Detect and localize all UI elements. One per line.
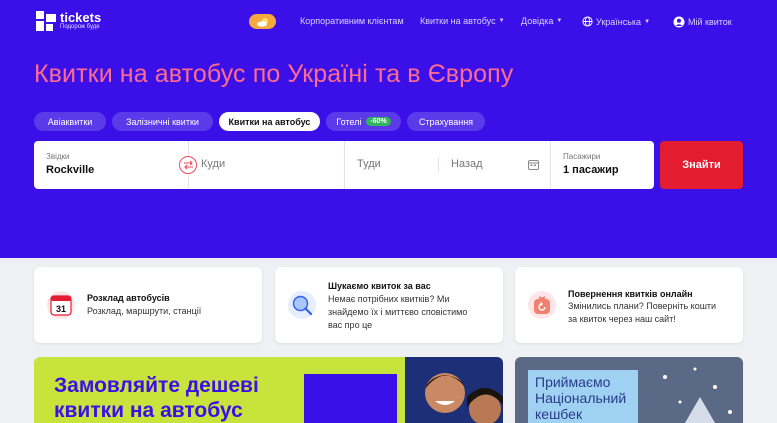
banner-line: Приймаємо [535, 374, 611, 390]
schedule-card[interactable]: 31 Розклад автобусів Розклад, маршрути, … [34, 267, 262, 343]
snow-decor [663, 367, 732, 423]
nav-help[interactable]: Довідка ▼ [521, 16, 562, 26]
tab-flights-label: Авіаквитки [47, 116, 93, 127]
banner-line: квитки на автобус [54, 399, 243, 422]
ticket-search-card[interactable]: Шукаємо квиток за вас Немає потрібних кв… [275, 267, 503, 343]
tab-hotels-label: Готелі [336, 116, 362, 127]
magnifier-icon [288, 291, 316, 319]
chevron-down-icon: ▼ [644, 18, 651, 25]
search-form: Звідки Rockville Куди Туди Назад Пасажир… [34, 141, 654, 189]
to-field[interactable]: Куди [189, 141, 344, 189]
tab-insurance-label: Страхування [418, 116, 474, 127]
calendar-icon[interactable] [528, 159, 539, 170]
card-description-line: Немає потрібних квитків? Ми [328, 294, 450, 304]
to-placeholder: Куди [201, 158, 226, 170]
banner-line: Замовляйте дешеві [54, 374, 259, 397]
nav-bus-tickets[interactable]: Квитки на автобус ▼ [420, 16, 505, 26]
tab-bus-label: Квитки на автобус [228, 116, 311, 127]
nav-language-label: Українська [596, 16, 642, 27]
banner-text: Приймаємо Національний кешбек [535, 374, 626, 422]
logo-tagline: Подорож буде [60, 24, 100, 30]
logo-name: tickets [60, 10, 102, 25]
banner-text: Замовляйте дешеві квитки на автобус [54, 373, 259, 423]
card-title: Повернення квитків онлайн [568, 289, 693, 299]
banner-decor [304, 374, 397, 423]
chevron-down-icon: ▼ [498, 18, 505, 24]
passengers-value: 1 пасажир [563, 164, 619, 176]
calendar-date: 31 [56, 304, 66, 314]
nav-language[interactable]: Українська ▼ [582, 16, 650, 27]
calendar-icon: 31 [47, 291, 75, 319]
discount-badge: -60% [366, 117, 391, 126]
nav-my-ticket[interactable]: Мій квиток [673, 16, 732, 28]
tab-flights[interactable]: Авіаквитки [34, 112, 106, 131]
cloud-sun-icon [256, 17, 268, 27]
card-description-line: Змінились плани? Поверніть кошти [568, 301, 717, 311]
passengers-label: Пасажири [563, 152, 601, 161]
logo[interactable]: tickets Подорож буде [36, 11, 101, 31]
search-button[interactable]: Знайти [660, 141, 743, 189]
from-field[interactable]: Звідки Rockville [34, 141, 188, 189]
tab-bus[interactable]: Квитки на автобус [219, 112, 320, 131]
weather-toggle[interactable] [249, 14, 276, 29]
tab-trains-label: Залізничні квитки [126, 116, 199, 127]
nav-bus-tickets-label: Квитки на автобус [420, 16, 496, 26]
date-there-placeholder: Туди [357, 158, 381, 170]
refund-card[interactable]: Повернення квитків онлайн Змінились план… [515, 267, 743, 343]
promo-banner-cheap-tickets[interactable]: Замовляйте дешеві квитки на автобус [34, 357, 503, 423]
nav-corporate[interactable]: Корпоративним клієнтам [300, 16, 404, 26]
card-description-line: за квиток через наш сайт! [568, 314, 676, 324]
tab-insurance[interactable]: Страхування [407, 112, 485, 131]
banner-line: Національний [535, 390, 627, 406]
date-there-field[interactable]: Туди [345, 141, 438, 189]
globe-icon [582, 16, 593, 27]
card-description-line: вас про це [328, 320, 373, 330]
card-title: Шукаємо квиток за вас [328, 281, 431, 291]
promo-banner-cashback[interactable]: Приймаємо Національний кешбек [515, 357, 743, 423]
nav-corporate-label: Корпоративним клієнтам [300, 16, 404, 26]
card-description-line: знайдемо їх і миттєво сповістимо [328, 307, 468, 317]
logo-icon [36, 11, 56, 31]
card-title: Розклад автобусів [87, 293, 170, 303]
chevron-down-icon: ▼ [556, 18, 563, 24]
date-back-placeholder: Назад [451, 158, 483, 170]
tab-trains[interactable]: Залізничні квитки [112, 112, 213, 131]
card-description: Розклад, маршрути, станції [87, 306, 202, 316]
refund-icon [528, 291, 556, 319]
banner-photo [405, 357, 503, 423]
nav-help-label: Довідка [521, 16, 554, 26]
from-value: Rockville [46, 164, 95, 176]
page-title: Квитки на автобус по Україні та в Європу [34, 60, 514, 88]
user-icon [673, 16, 685, 28]
tab-hotels[interactable]: Готелі -60% [326, 112, 401, 131]
from-label: Звідки [46, 152, 70, 161]
nav-my-ticket-label: Мій квиток [688, 17, 732, 27]
banner-line: кешбек [535, 406, 583, 422]
passengers-field[interactable]: Пасажири 1 пасажир [551, 141, 654, 189]
